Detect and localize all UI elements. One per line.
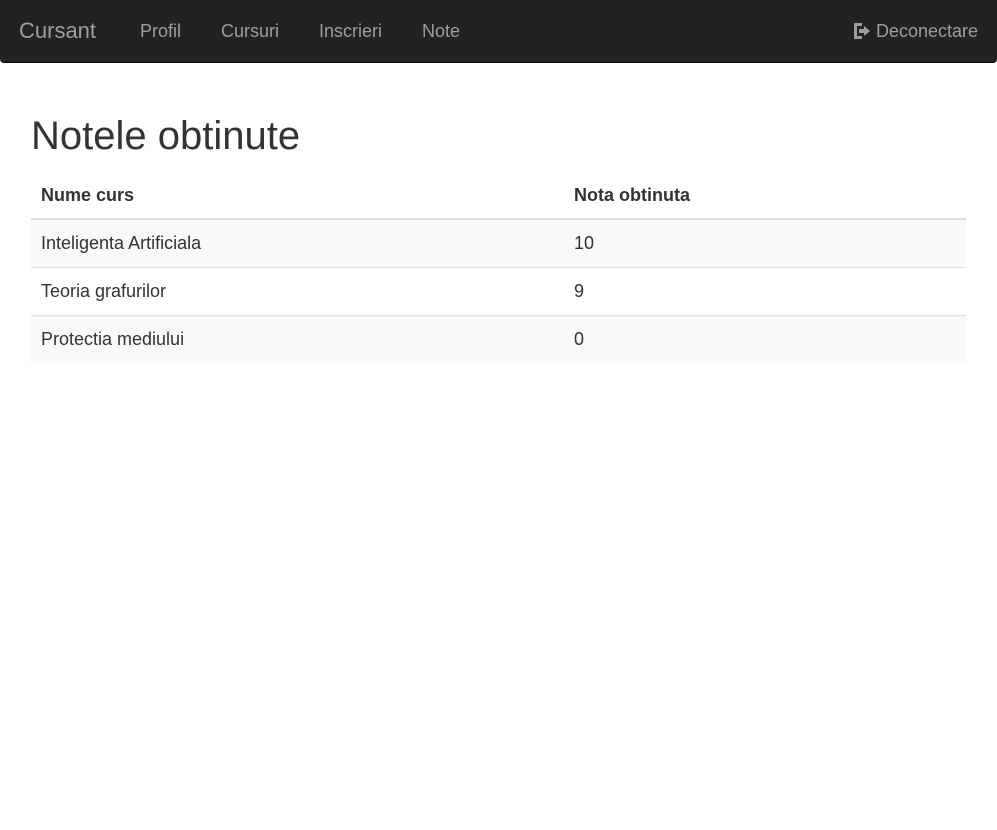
course-name-cell: Protectia mediului <box>31 315 564 363</box>
grade-cell: 10 <box>574 233 595 253</box>
nav-menu: Profil Cursuri Inscrieri Note <box>120 0 480 62</box>
grade-cell: 0 <box>564 315 966 363</box>
grade-cell: 9 <box>564 267 966 316</box>
table-row: Teoria grafurilor 9 <box>31 267 966 316</box>
brand-link[interactable]: Cursant <box>19 18 96 44</box>
column-header-course: Nume curs <box>31 172 564 220</box>
nav-item-note: Note <box>402 0 480 62</box>
header-row: Nume curs Nota obtinuta <box>31 172 966 220</box>
log-out-icon <box>853 23 870 39</box>
nav-item-profil: Profil <box>120 0 201 62</box>
table-row: Protectia mediului 0 <box>31 315 966 363</box>
page-title: Notele obtinute <box>31 114 301 158</box>
course-name-cell: Teoria grafurilor <box>31 267 564 316</box>
column-header-grade: Nota obtinuta <box>564 172 966 220</box>
table-body: Inteligenta Artificiala 10 Teoria grafur… <box>31 219 966 363</box>
nav-link-note[interactable]: Note <box>402 0 480 62</box>
nav-item-cursuri: Cursuri <box>201 0 299 62</box>
top-navbar: Cursant Profil Cursuri Inscrieri Note De… <box>0 0 997 63</box>
nav-link-cursuri[interactable]: Cursuri <box>201 0 299 62</box>
nav-item-inscrieri: Inscrieri <box>299 0 402 62</box>
course-name-cell: Inteligenta Artificiala <box>41 233 202 253</box>
nav-link-inscrieri[interactable]: Inscrieri <box>299 0 402 62</box>
table-header: Nume curs Nota obtinuta <box>31 172 966 220</box>
logout-button[interactable]: Deconectare <box>852 20 978 42</box>
grades-table: Nume curs Nota obtinuta Inteligenta Arti… <box>31 172 966 363</box>
nav-link-profil[interactable]: Profil <box>120 0 201 62</box>
logout-label: Deconectare <box>875 21 978 41</box>
table-row: Inteligenta Artificiala 10 <box>31 219 966 268</box>
